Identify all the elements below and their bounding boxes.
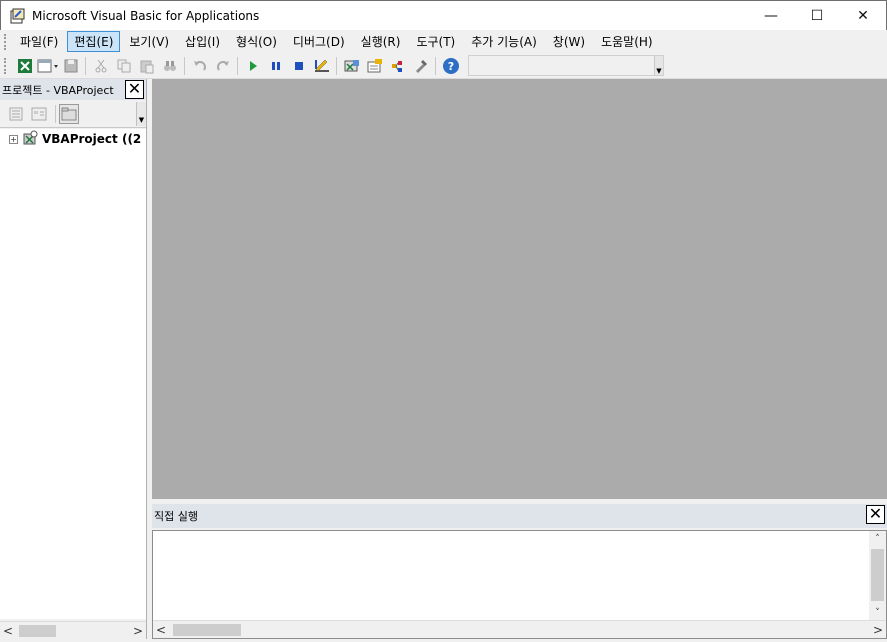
svg-text:?: ? — [447, 60, 453, 73]
menu-grip[interactable] — [4, 33, 7, 50]
standard-toolbar: ? ▼ — [0, 53, 887, 79]
save-icon[interactable] — [60, 56, 81, 76]
toolbar-separator — [85, 56, 86, 75]
menu-addins[interactable]: 추가 기능(A) — [464, 31, 544, 52]
immediate-pane-header: 직접 실행 ✕ — [152, 504, 887, 528]
design-mode-icon[interactable] — [311, 56, 332, 76]
insert-userform-icon[interactable] — [37, 56, 58, 76]
project-pane-close-button[interactable]: ✕ — [125, 80, 144, 99]
immediate-vscrollbar[interactable]: ˄ ˅ — [869, 531, 886, 621]
scroll-left-icon[interactable]: < — [0, 624, 16, 638]
expand-icon[interactable]: + — [9, 134, 18, 144]
excel-icon[interactable] — [14, 56, 35, 76]
immediate-pane-close-button[interactable]: ✕ — [866, 505, 885, 524]
project-pane-title: 프로젝트 - VBAProject — [2, 83, 114, 97]
menu-edit[interactable]: 편집(E) — [67, 31, 121, 52]
menu-bar: 파일(F) 편집(E) 보기(V) 삽입(I) 형식(O) 디버그(D) 실행(… — [0, 30, 887, 53]
toolbar-separator — [184, 56, 185, 75]
project-tree: + VBAProject ((2 — [0, 129, 146, 619]
maximize-button[interactable]: ☐ — [794, 1, 840, 30]
view-object-icon[interactable] — [29, 104, 49, 124]
window-title: Microsoft Visual Basic for Applications — [32, 8, 260, 23]
immediate-input[interactable]: ˄ ˅ < > — [152, 530, 887, 639]
project-explorer-icon[interactable] — [341, 56, 362, 76]
copy-icon[interactable] — [113, 56, 134, 76]
undo-icon[interactable] — [189, 56, 210, 76]
properties-icon[interactable] — [364, 56, 385, 76]
scroll-up-icon[interactable]: ˄ — [869, 531, 886, 547]
redo-icon[interactable] — [212, 56, 233, 76]
menu-format[interactable]: 형식(O) — [229, 31, 284, 52]
project-pane-header: 프로젝트 - VBAProject ✕ — [0, 79, 146, 100]
menu-file[interactable]: 파일(F) — [13, 31, 65, 52]
toolbar-separator — [336, 56, 337, 75]
project-pane-toolbar: ▼ — [0, 100, 146, 128]
scroll-right-icon[interactable]: > — [130, 624, 146, 638]
vba-app-icon — [10, 8, 26, 24]
immediate-hscrollbar[interactable]: < > — [153, 620, 886, 638]
break-icon[interactable] — [265, 56, 286, 76]
scroll-right-icon[interactable]: > — [870, 623, 886, 637]
project-explorer-pane: 프로젝트 - VBAProject ✕ ▼ + VBAProject ((2 <… — [0, 79, 147, 639]
scroll-thumb[interactable] — [19, 624, 56, 637]
scroll-thumb[interactable] — [173, 623, 241, 636]
cut-icon[interactable] — [90, 56, 111, 76]
scroll-down-icon[interactable]: ˅ — [869, 605, 886, 621]
paste-icon[interactable] — [136, 56, 157, 76]
menu-help[interactable]: 도움말(H) — [594, 31, 660, 52]
toolbar-grip[interactable] — [4, 57, 7, 74]
menu-debug[interactable]: 디버그(D) — [286, 31, 352, 52]
toggle-folders-icon[interactable] — [59, 103, 79, 124]
project-hscrollbar[interactable]: < > — [0, 621, 146, 639]
close-button[interactable]: ✕ — [840, 1, 886, 30]
help-icon[interactable]: ? — [440, 56, 461, 76]
run-icon[interactable] — [242, 56, 263, 76]
tree-item-vbaproject[interactable]: + VBAProject ((2 — [0, 129, 146, 149]
code-window-area — [152, 79, 887, 499]
procedure-combo[interactable]: ▼ — [468, 55, 664, 76]
title-bar: Microsoft Visual Basic for Applications … — [0, 0, 887, 30]
project-pane-scroll-icon[interactable]: ▼ — [136, 102, 146, 126]
object-browser-icon[interactable] — [387, 56, 408, 76]
menu-view[interactable]: 보기(V) — [122, 31, 176, 52]
menu-run[interactable]: 실행(R) — [354, 31, 408, 52]
view-code-icon[interactable] — [6, 104, 26, 124]
toolbar-separator — [435, 56, 436, 75]
combo-dropdown-icon[interactable]: ▼ — [654, 56, 663, 75]
toolbar-separator — [237, 56, 238, 75]
vbaproject-icon — [22, 130, 38, 149]
scroll-left-icon[interactable]: < — [153, 623, 169, 637]
menu-window[interactable]: 창(W) — [546, 31, 592, 52]
minimize-button[interactable]: — — [748, 1, 794, 30]
immediate-window-pane: 직접 실행 ✕ ˄ ˅ < > — [152, 504, 887, 639]
toolbox-icon[interactable] — [410, 56, 431, 76]
menu-insert[interactable]: 삽입(I) — [178, 31, 227, 52]
menu-tools[interactable]: 도구(T) — [409, 31, 462, 52]
reset-icon[interactable] — [288, 56, 309, 76]
tree-item-label: VBAProject ((2 — [42, 132, 142, 146]
immediate-pane-title: 직접 실행 — [154, 510, 198, 523]
find-icon[interactable] — [159, 56, 180, 76]
project-toolbar-separator — [55, 104, 56, 123]
scroll-thumb[interactable] — [871, 549, 884, 601]
